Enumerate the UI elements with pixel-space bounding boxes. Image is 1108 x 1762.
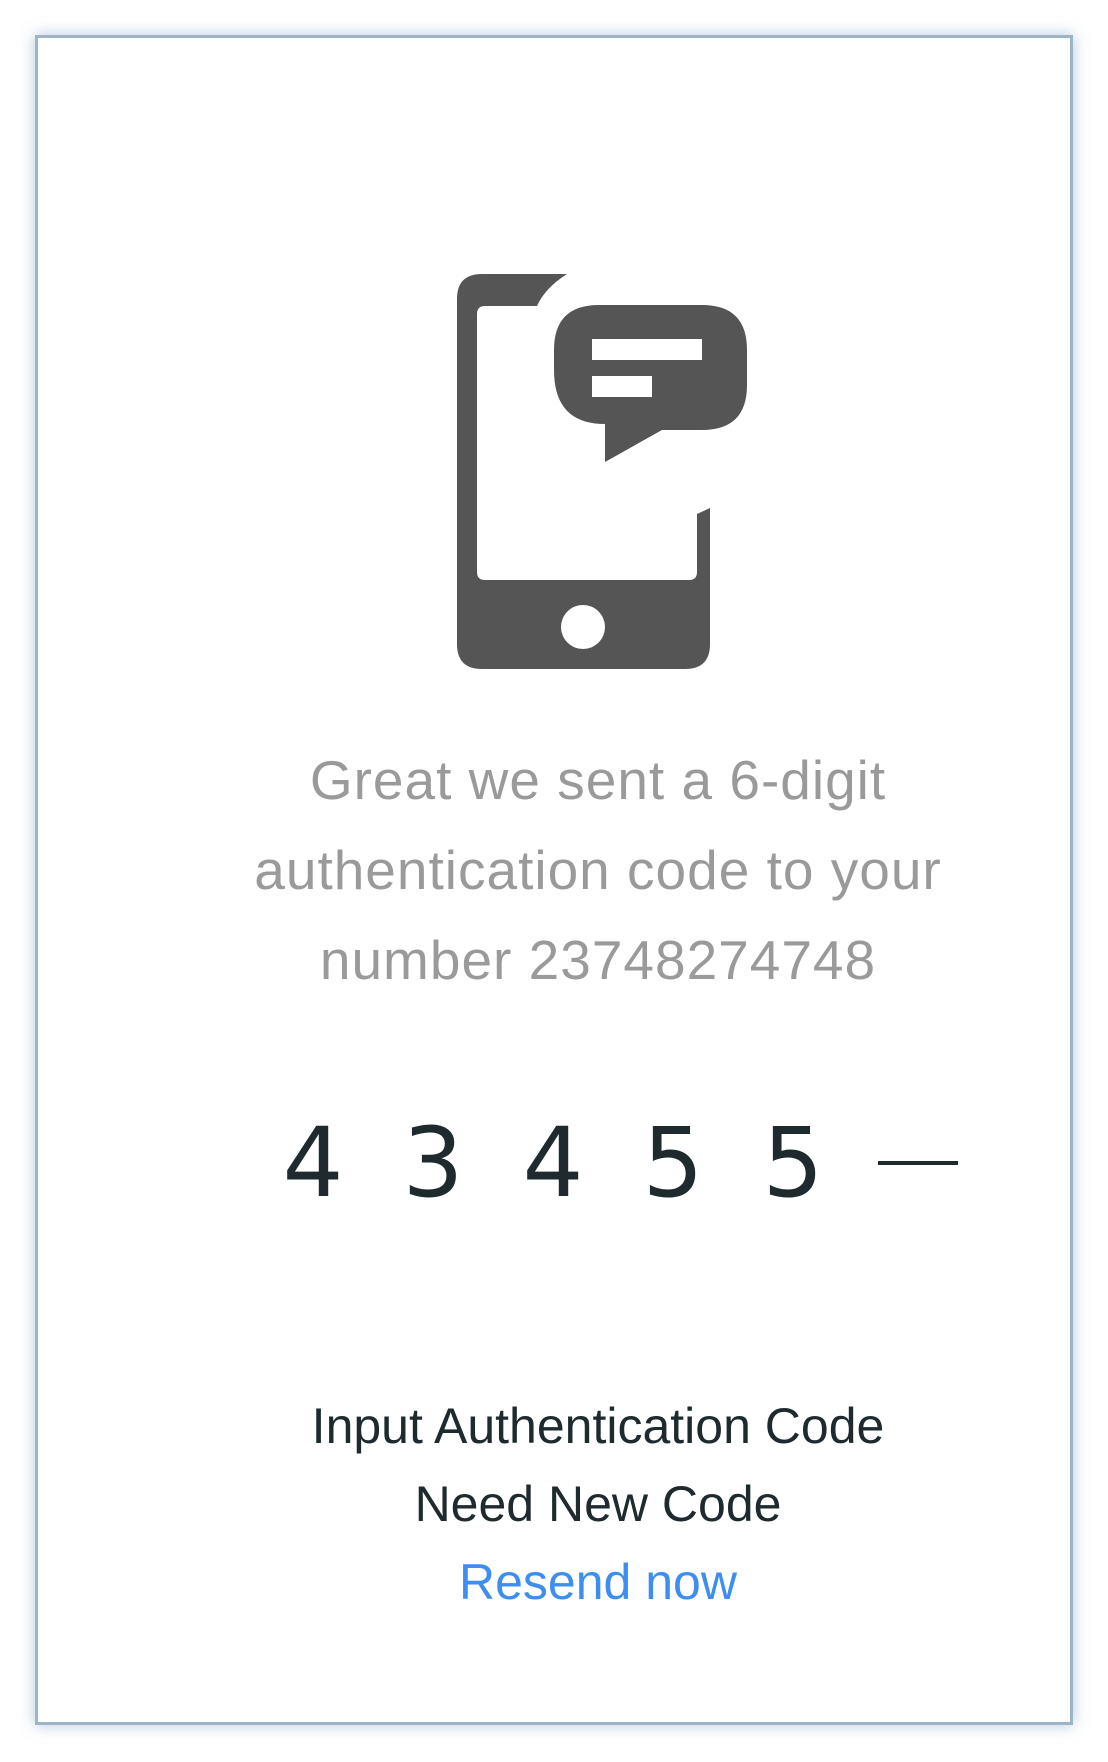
home-button-icon — [561, 605, 605, 649]
message-line-2: authentication code to your — [254, 839, 942, 901]
resend-now-link[interactable]: Resend now — [438, 1544, 758, 1620]
code-digit-1[interactable]: 4 — [268, 1108, 358, 1218]
phone-message-icon — [457, 274, 747, 669]
code-input-row[interactable]: 4 3 4 5 5 — [268, 1108, 968, 1218]
input-code-label: Input Authentication Code — [311, 1398, 885, 1454]
code-digit-3[interactable]: 4 — [508, 1108, 598, 1218]
code-digit-4[interactable]: 5 — [628, 1108, 718, 1218]
code-digit-6-empty[interactable] — [878, 1161, 958, 1165]
sent-code-message: Great we sent a 6-digit authentication c… — [158, 735, 1038, 1005]
auth-card: Great we sent a 6-digit authentication c… — [35, 35, 1073, 1725]
message-line-3: number 23748274748 — [319, 929, 877, 991]
need-new-code-label: Need New Code — [414, 1476, 782, 1532]
code-digit-2[interactable]: 3 — [388, 1108, 478, 1218]
message-line-1: Great we sent a 6-digit — [309, 749, 887, 811]
code-digit-5[interactable]: 5 — [748, 1108, 838, 1218]
